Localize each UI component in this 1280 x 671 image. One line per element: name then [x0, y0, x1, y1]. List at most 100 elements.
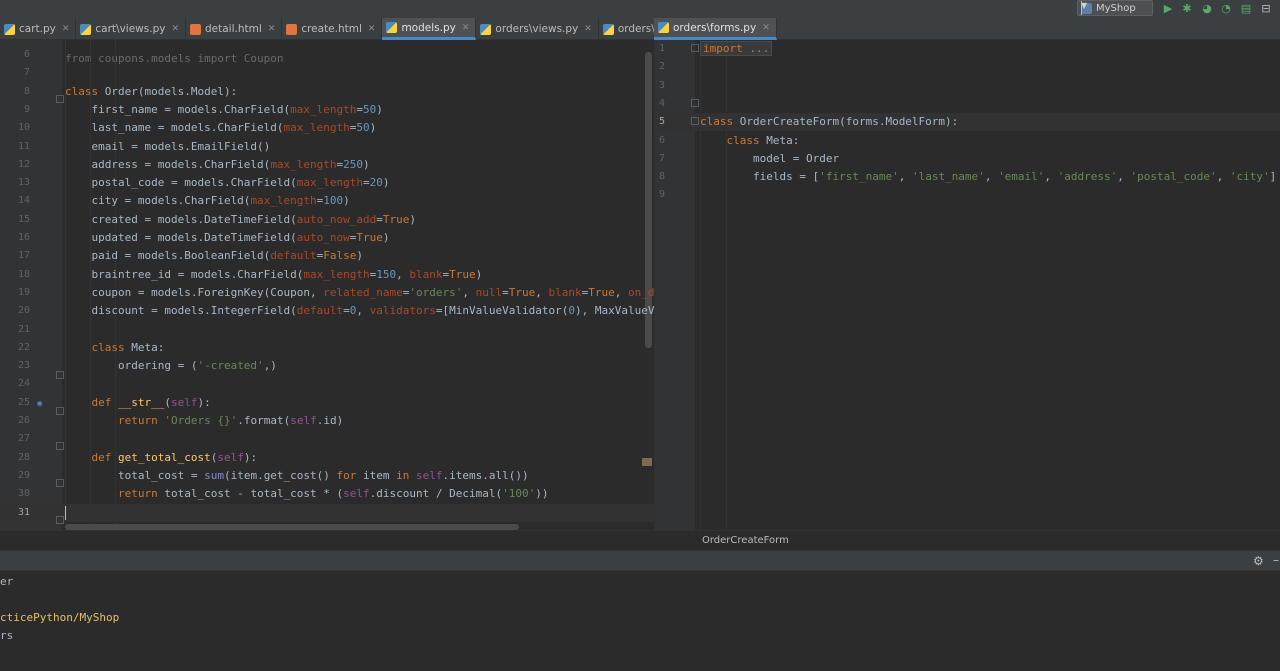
fold-marker-icon[interactable] [56, 407, 64, 415]
profile-icon[interactable]: ◔ [1219, 1, 1233, 15]
code-line[interactable]: 22 class Meta: [0, 339, 654, 357]
close-tab-icon[interactable]: ✕ [171, 24, 179, 34]
code-line[interactable]: 9 first_name = models.CharField(max_leng… [0, 101, 654, 119]
fold-marker-icon[interactable] [56, 442, 64, 450]
code-line[interactable]: 20 discount = models.IntegerField(defaul… [0, 302, 654, 320]
html-file-icon [286, 23, 298, 35]
code-line[interactable]: 8 fields = ['first_name', 'last_name', '… [655, 168, 1280, 186]
build-icon[interactable]: ▤ [1239, 1, 1253, 15]
coverage-icon[interactable]: ◕ [1200, 1, 1214, 15]
code-text: city = models.CharField(max_length=100) [65, 194, 350, 208]
editor-tab[interactable]: orders\views.py ✕ [476, 18, 599, 40]
code-line[interactable]: 27 [0, 430, 654, 448]
code-line[interactable]: 10 last_name = models.CharField(max_leng… [0, 119, 654, 137]
gear-icon[interactable]: ⚙ [1253, 554, 1264, 568]
code-text: import ... [700, 40, 773, 58]
code-line[interactable]: 15 created = models.DateTimeField(auto_n… [0, 211, 654, 229]
code-text: first_name = models.CharField(max_length… [65, 102, 383, 116]
code-line[interactable]: 8 class Order(models.Model): [0, 83, 654, 101]
fold-marker-icon[interactable] [691, 44, 699, 52]
code-line[interactable]: 1 import ... [655, 40, 1280, 58]
line-number: 30 [17, 488, 30, 500]
code-line[interactable]: 11 email = models.EmailField() [0, 138, 654, 156]
code-line[interactable]: 7 [0, 64, 654, 82]
close-tab-icon[interactable]: ✕ [462, 23, 470, 33]
tab-label: orders\views.py [495, 23, 579, 35]
code-text: discount = models.IntegerField(default=0… [65, 304, 654, 318]
minimize-icon[interactable]: – [1273, 553, 1279, 567]
python-file-icon [658, 22, 669, 33]
code-line[interactable]: 26 return 'Orders {}'.format(self.id) [0, 412, 654, 430]
close-tab-icon[interactable]: ✕ [762, 23, 770, 33]
code-line[interactable]: 31 [0, 503, 654, 522]
line-number: 16 [17, 232, 30, 243]
line-number: 19 [17, 286, 30, 298]
code-text: class OrderCreateForm(forms.ModelForm): [700, 115, 959, 129]
code-line[interactable]: 2 [655, 58, 1280, 76]
fold-marker-icon[interactable] [56, 479, 64, 487]
forms-py-editor[interactable]: 1 import ... 2 3 4 5 class OrderCreateForm(for… [654, 40, 1280, 530]
fold-marker-icon[interactable] [691, 99, 699, 107]
line-number: 26 [17, 415, 30, 426]
editor-tab[interactable]: models.py ✕ [382, 18, 477, 40]
close-tab-icon[interactable]: ✕ [268, 24, 276, 34]
run-console[interactable]: er cticePython/MyShop rs [0, 571, 1280, 671]
code-line[interactable]: 25 def __str__(self): [0, 394, 654, 412]
code-text: def get_total_cost(self): [91, 450, 258, 464]
line-number: 9 [23, 103, 30, 115]
breadcrumb[interactable]: OrderCreateForm [654, 530, 1280, 550]
debug-icon[interactable]: ✱ [1180, 1, 1194, 15]
breadcrumb-item[interactable]: OrderCreateForm [702, 535, 789, 546]
code-line[interactable]: 19 coupon = models.ForeignKey(Coupon, re… [0, 284, 654, 302]
code-line[interactable]: 23 ordering = ('-created',) [0, 357, 654, 375]
code-text: braintree_id = models.CharField(max_leng… [65, 267, 483, 281]
code-line[interactable]: 29 total_cost = sum(item.get_cost() for … [0, 467, 654, 485]
code-line[interactable]: 13 postal_code = models.CharField(max_le… [0, 174, 654, 192]
code-text: return 'Orders {}'.format(self.id) [117, 414, 344, 427]
python-file-icon [4, 23, 15, 35]
fold-marker-icon[interactable] [691, 117, 699, 125]
code-line[interactable]: 16 updated = models.DateTimeField(auto_n… [0, 229, 654, 247]
code-line[interactable]: 6 [0, 46, 654, 64]
code-line[interactable]: 28 def get_total_cost(self): [0, 449, 654, 467]
code-line[interactable]: 7 model = Order [655, 150, 1280, 168]
toolbar-more-icon[interactable]: ⊟ [1259, 1, 1273, 15]
code-line[interactable]: 30 return total_cost - total_cost * (sel… [0, 485, 654, 503]
line-number: 31 [17, 506, 30, 518]
close-tab-icon[interactable]: ✕ [584, 24, 592, 34]
code-line[interactable]: 21 [0, 321, 654, 339]
code-line[interactable]: 5 class OrderCreateForm(forms.ModelForm): [655, 113, 1280, 132]
line-number: 23 [17, 360, 30, 372]
fold-marker-icon[interactable] [56, 516, 64, 524]
code-line[interactable]: 3 [655, 77, 1280, 95]
close-tab-icon[interactable]: ✕ [62, 24, 70, 34]
code-line[interactable]: 14 city = models.CharField(max_length=10… [0, 192, 654, 210]
code-line[interactable]: 18 braintree_id = models.CharField(max_l… [0, 266, 654, 284]
code-line[interactable]: 4 [655, 95, 1280, 113]
editor-tab[interactable]: create.html ✕ [282, 18, 383, 40]
fold-marker-icon[interactable] [56, 371, 64, 379]
editor-tab[interactable]: detail.html ✕ [186, 18, 283, 40]
line-number: 2 [658, 61, 665, 73]
code-text: return total_cost - total_cost * (self.d… [117, 487, 549, 501]
line-number: 8 [658, 171, 665, 183]
editor-tab[interactable]: cart\views.py ✕ [76, 18, 186, 40]
override-marker-icon[interactable]: ◉ [37, 399, 42, 409]
models-py-editor[interactable]: from coupons.models import Coupon 6 7 8 cla… [0, 40, 654, 530]
code-line[interactable]: 6 class Meta: [655, 132, 1280, 150]
close-tab-icon[interactable]: ✕ [368, 24, 376, 34]
run-configuration-selector[interactable]: MyShop ▼ [1077, 0, 1153, 16]
code-line[interactable]: 24 [0, 375, 654, 393]
fold-marker-icon[interactable] [56, 95, 64, 103]
code-text: created = models.DateTimeField(auto_now_… [65, 212, 417, 226]
editor-tab[interactable]: cart.py ✕ [0, 18, 77, 40]
editor-tab[interactable]: orders\forms.py ✕ [654, 18, 777, 40]
code-line[interactable]: 9 [655, 186, 1280, 204]
line-number: 1 [658, 43, 665, 54]
line-number: 25 [17, 396, 30, 408]
run-icon[interactable]: ▶ [1161, 1, 1175, 15]
code-line[interactable]: 17 paid = models.BooleanField(default=Fa… [0, 247, 654, 265]
code-text: email = models.EmailField() [65, 139, 271, 153]
line-number: 7 [23, 67, 30, 79]
code-line[interactable]: 12 address = models.CharField(max_length… [0, 156, 654, 174]
